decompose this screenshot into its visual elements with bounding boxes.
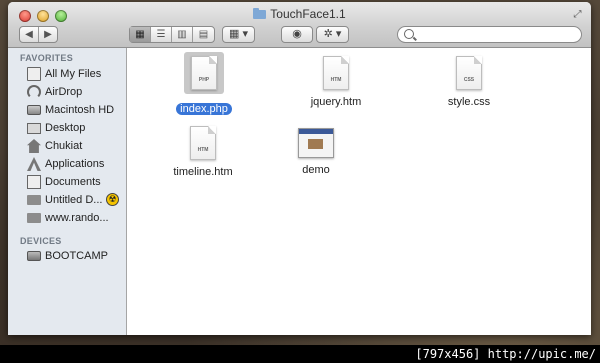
sidebar-item-all-my-files[interactable]: All My Files [20, 66, 124, 84]
file-name: style.css [447, 96, 491, 108]
window-title: TouchFace1.1 [8, 7, 591, 21]
drive-icon [27, 251, 41, 261]
chevron-right-icon: ▶ [44, 29, 52, 40]
column-view-button[interactable]: ▥ [172, 27, 193, 42]
file-style-css[interactable]: CSS style.css [424, 56, 514, 110]
favorites-header: FAVORITES [20, 53, 74, 63]
htm-file-icon: HTM [323, 56, 349, 90]
file-jquery-htm[interactable]: HTM jquery.htm [291, 56, 381, 110]
coverflow-view-button[interactable]: ▤ [193, 27, 214, 42]
sidebar-item-macintosh-hd[interactable]: Macintosh HD [20, 102, 124, 120]
action-button[interactable]: ✲ ▾ [316, 26, 349, 43]
all-files-icon [27, 67, 41, 81]
radioactive-icon: ☢ [106, 193, 119, 206]
desktop-icon [27, 123, 41, 134]
list-view-button[interactable]: ☰ [151, 27, 172, 42]
file-browser: PHP index.php HTM jquery.htm CSS style.c… [127, 48, 591, 335]
file-name: jquery.htm [310, 96, 362, 108]
back-forward-control: ◀ ▶ [19, 26, 58, 43]
title-bar[interactable]: TouchFace1.1 ⤢ ◀ ▶ ▦ ☰ ▥ ▤ ▦ ▾ ◉ ✲ ▾ [8, 2, 591, 48]
window-title-text: TouchFace1.1 [270, 7, 346, 21]
forward-button[interactable]: ▶ [39, 27, 57, 42]
sidebar-item-label: www.rando... [45, 212, 109, 224]
sidebar-item-label: All My Files [45, 68, 102, 80]
search-icon [404, 29, 414, 39]
search-field[interactable] [397, 26, 582, 43]
watermark-text: [797x456] http://upic.me/ [415, 347, 596, 361]
quicklook-button[interactable]: ◉ [281, 26, 313, 43]
arrange-grid-icon: ▦ ▾ [229, 28, 248, 40]
sidebar-item-chukiat[interactable]: Chukiat [20, 138, 124, 156]
htm-file-icon: HTM [190, 126, 216, 160]
file-name: timeline.htm [173, 166, 233, 178]
thumbnail-header [299, 129, 333, 134]
eye-icon: ◉ [292, 28, 302, 40]
sidebar: FAVORITES All My Files AirDrop Macintosh… [8, 48, 127, 335]
sidebar-item-label: BOOTCAMP [45, 250, 108, 262]
sidebar-item-label: Chukiat [45, 140, 83, 152]
icon-view-button[interactable]: ▦ [130, 27, 151, 42]
home-icon [27, 139, 41, 153]
coverflow-view-icon: ▤ [198, 29, 209, 40]
watermark-strip: [797x456] http://upic.me/ [0, 345, 600, 363]
file-name: index.php [176, 103, 232, 115]
php-file-icon: PHP [191, 56, 217, 90]
sidebar-item-desktop[interactable]: Desktop [20, 120, 124, 138]
sidebar-item-airdrop[interactable]: AirDrop [20, 84, 124, 102]
sidebar-item-bootcamp[interactable]: BOOTCAMP [20, 248, 124, 266]
back-button[interactable]: ◀ [20, 27, 39, 42]
airdrop-icon [27, 85, 41, 99]
sidebar-item-label: Applications [45, 158, 105, 170]
file-index-php[interactable]: PHP index.php [159, 52, 249, 117]
sidebar-item-label: Macintosh HD [45, 104, 115, 116]
sidebar-item-www[interactable]: www.rando... [20, 210, 124, 228]
selection-highlight: PHP [184, 52, 224, 94]
sidebar-item-applications[interactable]: Applications [20, 156, 124, 174]
sidebar-item-label: Documents [45, 176, 101, 188]
column-view-icon: ▥ [177, 29, 187, 40]
file-demo[interactable]: demo [271, 128, 361, 178]
sidebar-item-label: Desktop [45, 122, 86, 134]
arrange-button[interactable]: ▦ ▾ [222, 26, 255, 43]
fullscreen-icon[interactable]: ⤢ [571, 8, 584, 21]
file-timeline-htm[interactable]: HTM timeline.htm [158, 126, 248, 180]
file-ext: CSS [463, 77, 475, 83]
applications-icon [27, 157, 41, 171]
folder-icon [27, 213, 41, 223]
css-file-icon: CSS [456, 56, 482, 90]
search-input[interactable] [418, 28, 577, 43]
sidebar-item-untitled[interactable]: Untitled D... ☢ [20, 192, 124, 210]
view-mode-control: ▦ ☰ ▥ ▤ [129, 26, 215, 43]
webpage-thumbnail-icon [298, 128, 334, 158]
file-ext: HTM [197, 147, 209, 153]
documents-icon [27, 175, 41, 189]
sidebar-item-documents[interactable]: Documents [20, 174, 124, 192]
icon-view-icon: ▦ [135, 29, 145, 40]
gear-icon: ✲ ▾ [323, 28, 342, 40]
folder-icon [253, 8, 267, 19]
chevron-left-icon: ◀ [25, 29, 33, 40]
folder-icon [27, 195, 41, 205]
file-ext: PHP [198, 77, 210, 83]
hard-drive-icon [27, 105, 41, 115]
devices-header: DEVICES [20, 236, 62, 246]
finder-window: TouchFace1.1 ⤢ ◀ ▶ ▦ ☰ ▥ ▤ ▦ ▾ ◉ ✲ ▾ FAV… [8, 2, 591, 335]
thumbnail-image [308, 139, 323, 149]
file-ext: HTM [330, 77, 342, 83]
file-name: demo [302, 164, 330, 176]
sidebar-item-label: Untitled D... [45, 194, 103, 206]
sidebar-item-label: AirDrop [45, 86, 83, 98]
list-view-icon: ☰ [156, 29, 166, 40]
